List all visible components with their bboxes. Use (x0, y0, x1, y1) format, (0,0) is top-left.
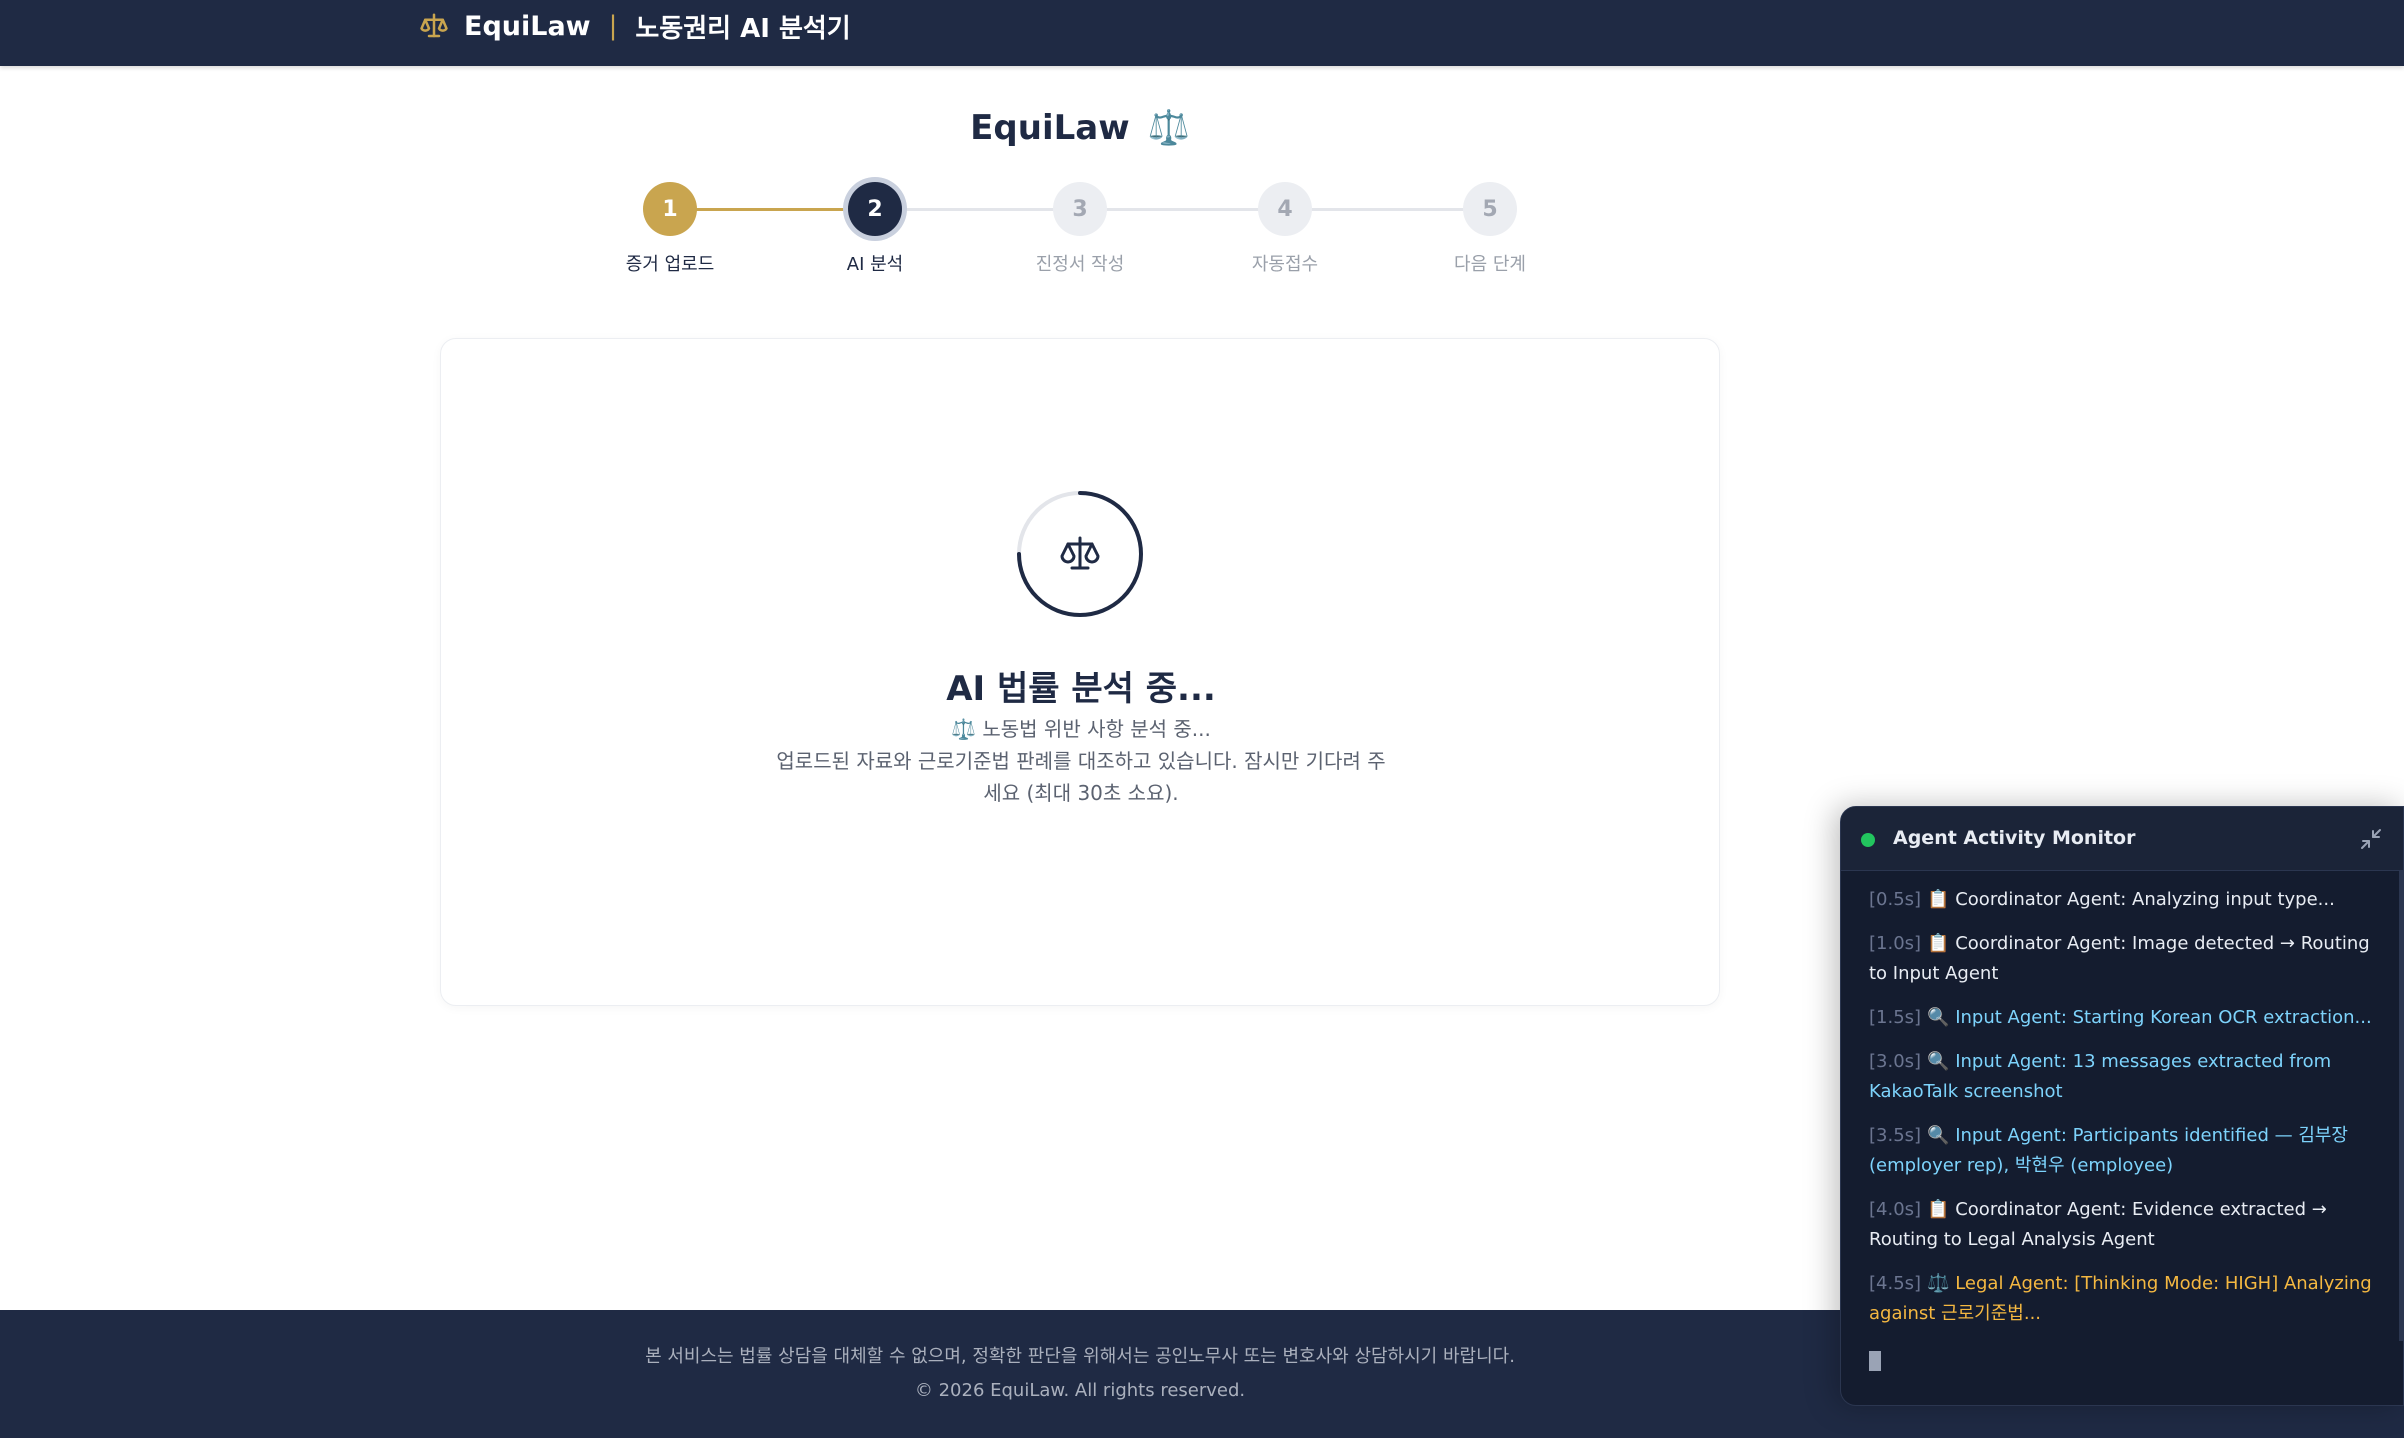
analysis-title: AI 법률 분석 중... (946, 669, 1216, 709)
page-title-text: EquiLaw (970, 108, 1130, 148)
agent-activity-monitor: Agent Activity Monitor [0.5s] 📋 Coordinat… (1840, 806, 2404, 1406)
clipboard-icon: 📋 (1927, 889, 1950, 910)
loading-spinner (1015, 489, 1145, 619)
brand-subtitle: 노동권리 AI 분석기 (635, 13, 851, 44)
step-petition-writing[interactable]: 3 진정서 작성 (1010, 180, 1150, 276)
stepper-connector-rest (875, 208, 1490, 211)
step-number: 5 (1463, 182, 1517, 236)
analysis-card: AI 법률 분석 중... ⚖️ 노동법 위반 사항 분석 중... 업로드된 … (440, 338, 1720, 1006)
log-timestamp: [0.5s] (1869, 889, 1922, 910)
log-message: Input Agent: Starting Korean OCR extract… (1955, 1007, 2372, 1028)
step-label: 다음 단계 (1454, 254, 1526, 275)
step-label: 진정서 작성 (1035, 254, 1125, 275)
brand-link[interactable]: EquiLaw | 노동권리 AI 분석기 (418, 0, 851, 52)
step-label: 증거 업로드 (625, 254, 715, 275)
analysis-description: ⚖️ 노동법 위반 사항 분석 중... 업로드된 자료와 근로기준법 판례를 … (771, 713, 1391, 809)
magnifier-icon: 🔍 (1927, 1125, 1950, 1146)
log-entry: [0.5s] 📋 Coordinator Agent: Analyzing inp… (1869, 885, 2379, 915)
analysis-wait-message: 업로드된 자료와 근로기준법 판례를 대조하고 있습니다. 잠시만 기다려 주세… (776, 749, 1386, 805)
log-timestamp: [3.5s] (1869, 1125, 1922, 1146)
step-evidence-upload[interactable]: 1 증거 업로드 (600, 180, 740, 276)
collapse-icon[interactable] (2359, 827, 2383, 851)
log-entry: [4.0s] 📋 Coordinator Agent: Evidence extr… (1869, 1195, 2379, 1255)
log-entry: [4.5s] ⚖️ Legal Agent: [Thinking Mode: HI… (1869, 1269, 2379, 1329)
clipboard-icon: 📋 (1927, 933, 1950, 954)
monitor-scrollbar[interactable] (2399, 871, 2403, 1341)
magnifier-icon: 🔍 (1927, 1051, 1950, 1072)
log-timestamp: [3.0s] (1869, 1051, 1922, 1072)
step-auto-filing[interactable]: 4 자동접수 (1215, 180, 1355, 276)
scales-logo-icon (418, 10, 450, 42)
scales-icon: ⚖️ (1927, 1273, 1950, 1294)
monitor-header: Agent Activity Monitor (1841, 807, 2403, 871)
step-next-steps[interactable]: 5 다음 단계 (1420, 180, 1560, 276)
top-navbar: EquiLaw | 노동권리 AI 분석기 (0, 0, 2404, 66)
monitor-title: Agent Activity Monitor (1893, 827, 2136, 849)
step-number: 3 (1053, 182, 1107, 236)
step-number: 4 (1258, 182, 1312, 236)
status-dot-icon (1861, 833, 1875, 847)
log-timestamp: [4.5s] (1869, 1273, 1922, 1294)
log-entry: [3.0s] 🔍 Input Agent: 13 messages extract… (1869, 1047, 2379, 1107)
analysis-status-line: ⚖️ 노동법 위반 사항 분석 중... (951, 717, 1211, 741)
activity-log: [0.5s] 📋 Coordinator Agent: Analyzing inp… (1869, 885, 2379, 1343)
log-entry: [3.5s] 🔍 Input Agent: Participants identi… (1869, 1121, 2379, 1181)
step-ai-analysis[interactable]: 2 AI 분석 (805, 180, 945, 276)
log-timestamp: [1.0s] (1869, 933, 1922, 954)
scales-icon (1060, 536, 1100, 570)
magnifier-icon: 🔍 (1927, 1007, 1950, 1028)
log-entry: [1.0s] 📋 Coordinator Agent: Image detecte… (1869, 929, 2379, 989)
footer-copyright: © 2026 EquiLaw. All rights reserved. (914, 1380, 1246, 1401)
page-title: EquiLaw ⚖️ (0, 108, 2160, 148)
step-label: 자동접수 (1251, 254, 1319, 275)
log-timestamp: [1.5s] (1869, 1007, 1922, 1028)
step-number: 1 (643, 182, 697, 236)
step-label: AI 분석 (846, 254, 904, 275)
typing-cursor (1869, 1351, 1881, 1371)
step-number: 2 (848, 182, 902, 236)
clipboard-icon: 📋 (1927, 1199, 1950, 1220)
brand-separator: | (608, 11, 618, 41)
scales-icon: ⚖️ (1147, 108, 1190, 148)
progress-stepper: 1 증거 업로드 2 AI 분석 3 진정서 작성 4 자동접수 5 다음 단계 (600, 180, 1560, 280)
brand-name: EquiLaw (464, 10, 591, 42)
log-entry: [1.5s] 🔍 Input Agent: Starting Korean OCR… (1869, 1003, 2379, 1033)
footer-disclaimer: 본 서비스는 법률 상담을 대체할 수 없으며, 정확한 판단을 위해서는 공인… (645, 1346, 1515, 1367)
log-timestamp: [4.0s] (1869, 1199, 1922, 1220)
log-message: Coordinator Agent: Analyzing input type.… (1955, 889, 2335, 910)
